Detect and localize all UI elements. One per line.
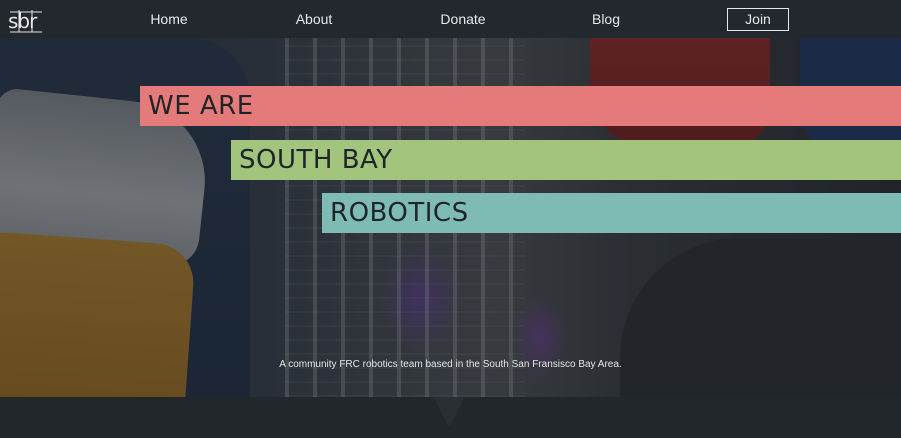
- nav-blog-link[interactable]: Blog: [592, 11, 620, 27]
- hero-line-we-are: WE ARE: [140, 86, 901, 126]
- hero-line-south-bay: SOUTH BAY: [231, 140, 901, 180]
- nav-about-link[interactable]: About: [296, 11, 333, 27]
- join-button[interactable]: Join: [727, 8, 789, 31]
- nav-donate-link[interactable]: Donate: [440, 11, 485, 27]
- hero-section: WE ARE SOUTH BAY ROBOTICS A community FR…: [0, 38, 901, 397]
- sbr-logo[interactable]: sbr: [6, 8, 46, 34]
- scroll-down-arrow-icon[interactable]: [433, 397, 465, 427]
- top-navigation: sbr Home About Donate Blog Join: [0, 0, 901, 38]
- logo-mark-icon: sbr: [8, 9, 42, 33]
- logo-text: sbr: [8, 9, 38, 33]
- hero-tagline: A community FRC robotics team based in t…: [279, 359, 622, 370]
- hero-line-robotics: ROBOTICS: [322, 193, 901, 233]
- nav-home-link[interactable]: Home: [150, 11, 187, 27]
